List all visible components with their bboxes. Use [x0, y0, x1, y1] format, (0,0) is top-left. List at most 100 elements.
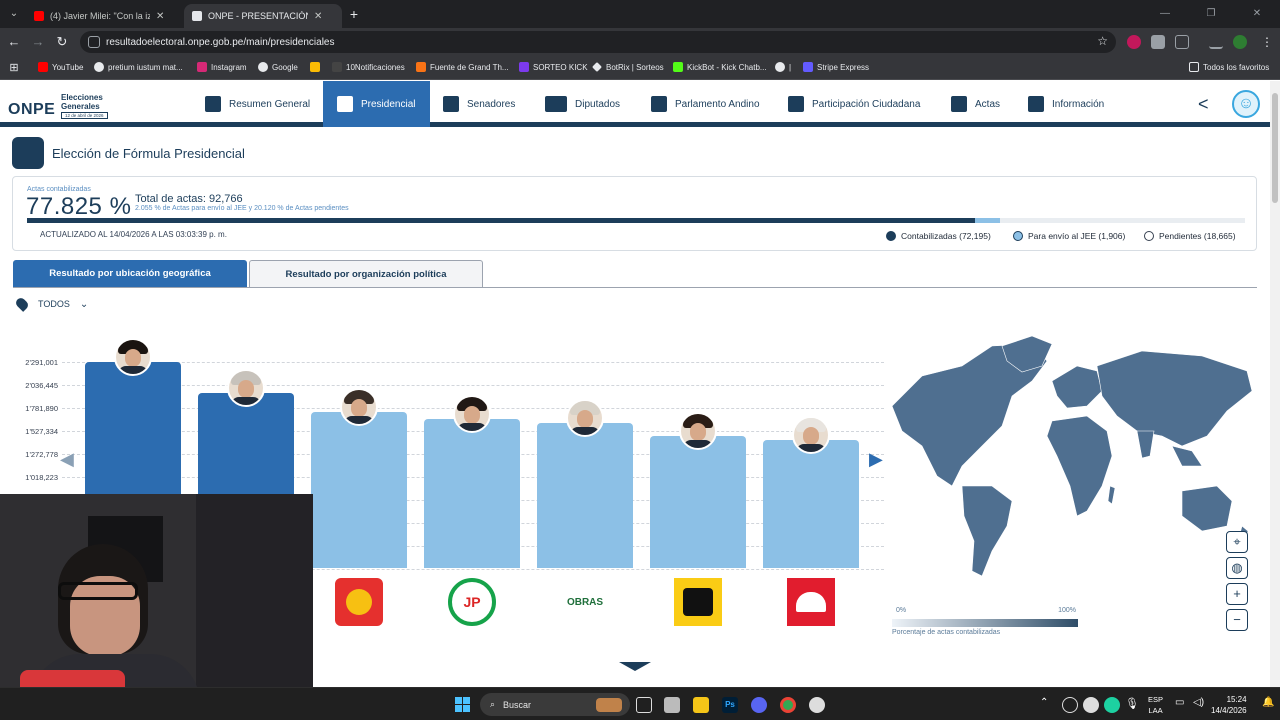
share-icon[interactable]: < — [1198, 94, 1209, 114]
bookmark-icon — [519, 62, 529, 72]
forward-icon[interactable]: → — [30, 34, 46, 50]
bookmark-pretium[interactable]: pretium iustum mat... — [94, 62, 183, 72]
show-hidden-icons-icon[interactable]: ⌃ — [1040, 697, 1056, 713]
tab-organizacion-politica[interactable]: Resultado por organización política — [249, 260, 483, 287]
location-filter[interactable]: TODOS ⌄ — [14, 296, 88, 312]
bookmark-whatsapp[interactable]: | — [775, 62, 791, 72]
bookmark-botrix[interactable]: BotRix | Sorteos — [592, 62, 664, 72]
tab-search-icon[interactable]: ⌄ — [6, 6, 22, 22]
y-tick-label: 1'018,223 — [25, 473, 58, 482]
site-info-icon[interactable] — [88, 36, 100, 48]
chart-prev-icon[interactable]: ◀ — [60, 449, 74, 470]
candidate-bar[interactable] — [311, 411, 407, 568]
apps-grid-icon[interactable]: ⊞ — [6, 60, 22, 76]
scrollbar-thumb[interactable] — [1272, 93, 1278, 203]
media-control-icon[interactable] — [1209, 35, 1223, 49]
browser-tab-onpe[interactable]: ONPE - PRESENTACIÓN DE RESU ✕ — [184, 4, 342, 28]
candidate-bar[interactable] — [424, 419, 520, 568]
new-tab-icon[interactable]: + — [346, 6, 362, 22]
tab-label: Resultado por ubicación geográfica — [49, 268, 211, 279]
candidate-bar[interactable] — [537, 422, 633, 568]
extensions-puzzle-icon[interactable] — [1175, 35, 1189, 49]
discord-icon[interactable] — [751, 697, 767, 713]
microphone-icon[interactable]: 🎙 — [1125, 697, 1141, 713]
menu-icon[interactable]: ⋮ — [1259, 34, 1275, 50]
app-icon[interactable] — [809, 697, 825, 713]
nav-participacion[interactable]: Participación Ciudadana — [788, 81, 920, 127]
zoom-out-icon[interactable]: − — [1226, 609, 1248, 631]
photoshop-icon[interactable]: Ps — [722, 697, 738, 713]
candidate-photo — [453, 395, 491, 434]
nav-informacion[interactable]: Información — [1028, 81, 1104, 127]
zoom-in-icon[interactable]: + — [1226, 583, 1248, 605]
map-globe-icon[interactable]: ◍ — [1226, 557, 1248, 579]
extension-icon[interactable] — [1151, 35, 1165, 49]
chrome-icon[interactable] — [780, 697, 796, 713]
logo-date: 12 de abril de 2026 — [61, 112, 108, 119]
back-icon[interactable]: ← — [6, 34, 22, 50]
task-view-icon[interactable] — [636, 697, 652, 713]
tray-icon[interactable] — [1104, 697, 1120, 713]
candidate-bar[interactable] — [763, 439, 859, 568]
tab-ubicacion-geografica[interactable]: Resultado por ubicación geográfica — [13, 260, 247, 287]
extension-icon[interactable] — [1127, 35, 1141, 49]
bookmark-instagram[interactable]: Instagram — [197, 62, 247, 72]
bookmark-colorful[interactable] — [310, 62, 320, 72]
nav-presidencial[interactable]: Presidencial — [323, 81, 430, 127]
profile-avatar[interactable] — [1233, 35, 1247, 49]
nav-senadores[interactable]: Senadores — [443, 81, 515, 127]
bookmark-grand-theft[interactable]: Fuente de Grand Th... — [416, 62, 509, 72]
bookmark-label: Fuente de Grand Th... — [430, 62, 509, 72]
onpe-logo[interactable]: ONPE Elecciones Generales 12 de abril de… — [8, 87, 114, 121]
nav-label: Actas — [975, 98, 1001, 110]
tray-icon[interactable] — [1062, 697, 1078, 713]
chart-next-icon[interactable]: ▶ — [869, 449, 883, 470]
reload-icon[interactable]: ↻ — [54, 34, 70, 50]
taskbar-clock[interactable]: 15:24 14/4/2026 — [1211, 694, 1247, 716]
close-tab-icon[interactable]: ✕ — [156, 11, 164, 22]
page-scrollbar[interactable] — [1270, 81, 1280, 687]
nav-diputados[interactable]: Diputados — [545, 81, 620, 127]
nav-parlamento-andino[interactable]: Parlamento Andino — [651, 81, 760, 127]
bookmark-google[interactable]: Google — [258, 62, 298, 72]
candidate-photo — [114, 338, 152, 376]
bookmark-youtube[interactable]: YouTube — [38, 62, 83, 72]
bookmark-icon — [592, 62, 602, 72]
bookmark-label: 10Notificaciones — [346, 62, 405, 72]
road-icon — [683, 588, 713, 616]
scroll-down-icon[interactable] — [619, 662, 651, 671]
bookmark-star-icon[interactable]: ☆ — [1097, 34, 1108, 48]
close-tab-icon[interactable]: ✕ — [314, 11, 322, 22]
app-icon[interactable] — [664, 697, 680, 713]
actas-progress-card: Actas contabilizadas 77.825 % Total de a… — [12, 176, 1257, 251]
nav-label: Diputados — [575, 98, 621, 110]
taskbar-search[interactable]: ⌕ Buscar — [480, 693, 630, 716]
nav-resumen-general[interactable]: Resumen General — [205, 81, 310, 127]
bookmark-sorteo-kick[interactable]: SORTEO KICK — [519, 62, 588, 72]
instagram-icon — [197, 62, 207, 72]
maximize-icon[interactable]: ❐ — [1188, 0, 1234, 28]
network-icon[interactable]: ▭ — [1175, 697, 1191, 713]
notifications-icon[interactable]: 🔔 — [1262, 697, 1278, 713]
map-peru-icon[interactable]: ⌖ — [1226, 531, 1248, 553]
minimize-icon[interactable]: — — [1142, 0, 1188, 28]
volume-icon[interactable]: ◁) — [1193, 697, 1209, 713]
language-indicator[interactable]: ESP LAA — [1148, 694, 1163, 716]
bookmark-kickbot[interactable]: KickBot - Kick Chatb... — [673, 62, 767, 72]
bookmark-stripe[interactable]: Stripe Express — [803, 62, 869, 72]
world-map[interactable] — [882, 336, 1257, 591]
file-explorer-icon[interactable] — [693, 697, 709, 713]
filter-label: TODOS — [38, 299, 70, 309]
bookmark-notificaciones[interactable]: 10Notificaciones — [332, 62, 405, 72]
nav-actas[interactable]: Actas — [951, 81, 1000, 127]
bookmark-icon — [416, 62, 426, 72]
all-bookmarks[interactable]: Todos los favoritos — [1189, 62, 1269, 72]
address-bar[interactable]: resultadoelectoral.onpe.gob.pe/main/pres… — [80, 31, 1116, 53]
windows-start-icon[interactable] — [455, 697, 470, 712]
close-window-icon[interactable]: ✕ — [1234, 0, 1280, 28]
accessibility-icon[interactable]: ☺ — [1232, 90, 1260, 118]
y-tick-label: 2'291,001 — [25, 358, 58, 367]
browser-tab-youtube[interactable]: (4) Javier Milei: "Con la izquierda ✕ — [26, 4, 180, 28]
tray-icon[interactable] — [1083, 697, 1099, 713]
candidate-bar[interactable] — [650, 436, 746, 568]
